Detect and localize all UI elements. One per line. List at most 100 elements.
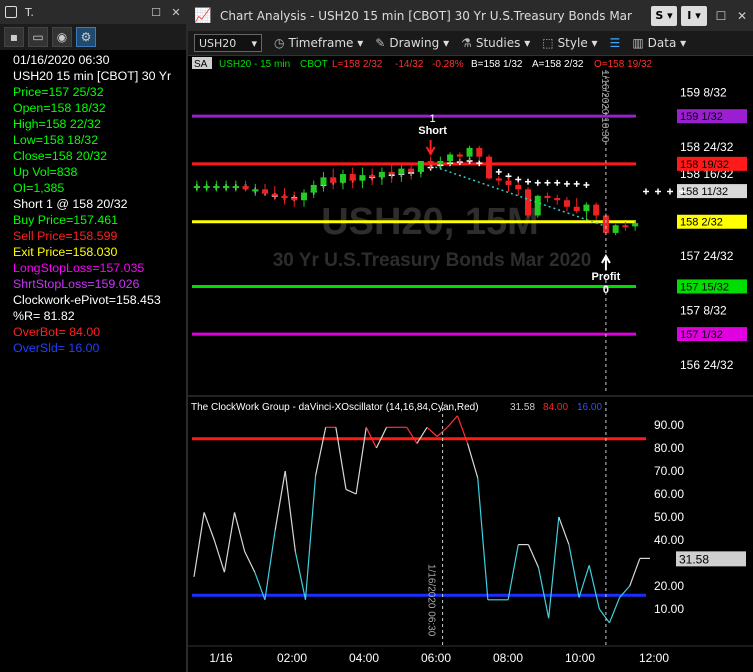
info-line: Exit Price=158.030 — [13, 245, 118, 259]
info-line: LongStopLoss=157.035 — [13, 261, 145, 275]
chevron-down-icon: ▾ — [251, 36, 257, 50]
candle-body — [495, 178, 502, 181]
oscillator-last-label: 31.58 — [679, 552, 709, 566]
oscillator-segment — [588, 565, 600, 610]
oscillator-segment — [233, 512, 246, 552]
bar-chart-icon: ▥ — [632, 36, 644, 50]
symbol-selector[interactable]: USH20 ▾ — [194, 34, 262, 52]
oscillator-segment — [294, 551, 307, 600]
chart-toolbar: USH20 ▾ ◷ Timeframe ▾ ✎ Drawing ▾ ⚗ Studies … — [188, 31, 753, 56]
style-icon: ⬚ — [542, 36, 554, 50]
info-line: Buy Price=157.461 — [13, 213, 119, 227]
data-window-values: 01/16/2020 06:30 USH20 15 min [CBOT] 30 Y… — [0, 50, 186, 356]
candle-body — [271, 193, 278, 196]
candle-body — [291, 198, 298, 201]
candle-body — [281, 195, 288, 199]
oscillator-segment — [629, 558, 641, 587]
price-axis-label: 157 8/32 — [680, 303, 727, 317]
print-icon[interactable]: ▭ — [28, 27, 48, 47]
restore-icon[interactable]: ☐ — [711, 9, 731, 23]
candle-body — [301, 192, 307, 201]
info-window: T. ☐ ✕ ▪ ▭ ◉ ⚙ 01/16/2020 06:30 USH20 15 … — [0, 0, 188, 672]
close-icon[interactable]: ✕ — [731, 9, 753, 23]
studies-icon: ⚗ — [461, 36, 472, 50]
oscillator-segment — [284, 470, 296, 552]
eye-icon[interactable]: ◉ — [52, 27, 72, 47]
info-window-title: T. — [25, 5, 34, 19]
candle-body — [378, 171, 385, 178]
info-line: OI=1,385 — [13, 181, 65, 195]
drawing-menu[interactable]: ✎ Drawing ▾ — [375, 36, 449, 50]
candle-body — [583, 204, 590, 212]
oscillator-segment — [315, 427, 327, 476]
info-line: Price=157 25/32 — [13, 85, 104, 99]
restore-icon[interactable]: ☐ — [146, 6, 166, 19]
level-tag-label: 157 15/32 — [680, 281, 729, 293]
oscillator-segment — [608, 597, 621, 624]
short-label: Short — [418, 125, 447, 137]
price-change-pct: -0.28% — [432, 59, 464, 70]
time-axis-label: 06:00 — [421, 651, 451, 665]
candle-body — [486, 156, 493, 179]
oscillator-segment — [467, 443, 479, 479]
oscillator-segment — [527, 544, 540, 568]
timeframe-menu[interactable]: ◷ Timeframe ▾ — [274, 36, 363, 50]
data-menu[interactable]: ▥ Data ▾ — [632, 36, 686, 50]
price-change: -14/32 — [395, 59, 424, 70]
candle-body — [437, 160, 444, 164]
chart-analysis-logo-icon: 📈 — [194, 7, 212, 24]
oscillator-value: 31.58 — [510, 402, 535, 413]
clock-icon: ◷ — [274, 36, 285, 50]
candle-body — [505, 180, 512, 185]
oscillator-axis-label: 90.00 — [654, 418, 684, 432]
save-icon[interactable]: ▪ — [4, 27, 24, 47]
info-line: Clockwork-ePivot=158.453 — [13, 293, 161, 307]
oscillator-segment — [213, 539, 225, 573]
candle-body — [262, 189, 269, 194]
oscillator-segment — [598, 608, 610, 624]
settings-icon[interactable]: ⚙ — [76, 27, 96, 47]
close-icon[interactable]: ✕ — [166, 6, 186, 19]
info-line: OverBot= 84.00 — [13, 325, 101, 339]
candle-body — [232, 186, 239, 189]
oscillator-segment — [304, 475, 317, 600]
s-button[interactable]: S ▾ — [651, 5, 677, 26]
candle-body — [476, 147, 483, 157]
price-exchange: CBOT — [300, 59, 328, 70]
sa-label: SA — [194, 59, 208, 70]
time-axis-label: 1/16 — [209, 651, 233, 665]
info-line: USH20 15 min [CBOT] 30 Yr — [13, 69, 172, 83]
oscillator-segment — [537, 567, 550, 619]
info-line: OverSld= 16.00 — [13, 341, 100, 355]
oscillator-segment — [274, 470, 286, 531]
price-open: O=158 19/32 — [594, 59, 653, 70]
chart-area[interactable]: SA USH20 - 15 min CBOT L=158 2/32 -14/32… — [188, 56, 753, 672]
candle-body — [223, 186, 230, 189]
candle-body — [330, 177, 337, 183]
oscillator-segment — [426, 426, 438, 437]
oscillator-overbought: 84.00 — [543, 402, 568, 413]
oscillator-oversold: 16.00 — [577, 402, 602, 413]
candle-body — [427, 160, 434, 164]
candle-body — [398, 168, 405, 175]
info-line: High=158 22/32 — [13, 117, 101, 131]
candle-body — [563, 200, 570, 207]
candle-body — [515, 184, 522, 190]
candle-body — [602, 215, 609, 233]
studies-menu[interactable]: ⚗ Studies ▾ — [461, 36, 530, 50]
style-menu[interactable]: ⬚ Style ▾ — [542, 36, 597, 50]
oscillator-axis-label: 40.00 — [654, 533, 684, 547]
chart-analysis-window: 📈 Chart Analysis - USH20 15 min [CBOT] 3… — [188, 0, 753, 672]
oscillator-segment — [193, 512, 205, 577]
time-axis-label: 02:00 — [277, 651, 307, 665]
candle-body — [632, 223, 639, 227]
oscillator-segment — [568, 544, 580, 598]
window-title: Chart Analysis - USH20 15 min [CBOT] 30 … — [220, 8, 632, 23]
candle-body — [622, 225, 629, 228]
i-button[interactable]: I ▾ — [681, 5, 707, 26]
short-arrow-icon — [425, 140, 436, 157]
layout-icon[interactable]: ☰ — [610, 36, 621, 50]
time-axis-label: 10:00 — [565, 651, 595, 665]
oscillator-axis-label: 70.00 — [654, 464, 684, 478]
price-axis-label: 159 8/32 — [680, 85, 727, 99]
